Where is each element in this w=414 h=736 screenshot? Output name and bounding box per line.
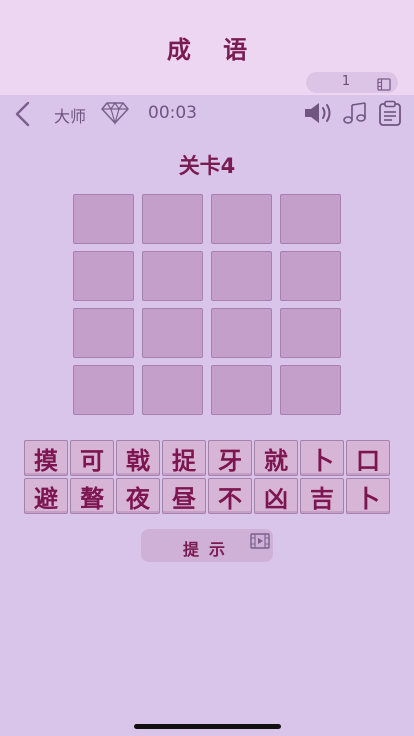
char-tile[interactable]: 吉 (300, 478, 344, 514)
music-button[interactable] (342, 101, 368, 129)
back-icon (15, 101, 30, 127)
app-title: 成 语 (166, 36, 260, 64)
char-tile[interactable]: 不 (208, 478, 252, 514)
answer-cell[interactable] (280, 308, 341, 358)
answer-cell[interactable] (280, 365, 341, 415)
hint-button[interactable]: 提示 (141, 529, 273, 562)
coin-count: 1 (341, 74, 351, 89)
answer-cell[interactable] (211, 194, 272, 244)
answer-cell[interactable] (142, 194, 203, 244)
character-tiles: 摸 可 戟 捉 牙 就 卜 口 避 聱 夜 昼 不 凶 吉 卜 (24, 440, 390, 514)
char-tile[interactable]: 可 (70, 440, 114, 476)
diamond-icon (100, 101, 130, 129)
answer-cell[interactable] (211, 308, 272, 358)
answer-cell[interactable] (73, 308, 134, 358)
timer: 00:03 (148, 103, 197, 123)
video-ticket-icon (377, 76, 391, 95)
char-tile[interactable]: 凶 (254, 478, 298, 514)
sound-icon (305, 103, 331, 123)
hint-label: 提示 (183, 540, 236, 559)
sound-button[interactable] (303, 101, 335, 129)
answer-cell[interactable] (280, 194, 341, 244)
answer-cell[interactable] (142, 308, 203, 358)
tasks-button[interactable] (377, 100, 403, 130)
level-title: 关卡4 (178, 154, 236, 178)
char-tile[interactable]: 卜 (300, 440, 344, 476)
difficulty-label: 大师 (54, 107, 87, 126)
music-icon (343, 102, 366, 124)
answer-grid (73, 194, 341, 415)
header-bar: 成 语 1 (0, 0, 414, 95)
char-tile[interactable]: 捉 (162, 440, 206, 476)
char-tile[interactable]: 昼 (162, 478, 206, 514)
char-tile[interactable]: 聱 (70, 478, 114, 514)
video-icon (250, 533, 270, 553)
char-tile[interactable]: 口 (346, 440, 390, 476)
answer-cell[interactable] (73, 251, 134, 301)
char-tile[interactable]: 牙 (208, 440, 252, 476)
answer-cell[interactable] (211, 251, 272, 301)
answer-cell[interactable] (73, 194, 134, 244)
char-tile[interactable]: 避 (24, 478, 68, 514)
answer-cell[interactable] (211, 365, 272, 415)
coin-counter[interactable]: 1 (306, 72, 398, 93)
char-tile[interactable]: 卜 (346, 478, 390, 514)
answer-cell[interactable] (73, 365, 134, 415)
clipboard-icon (379, 100, 401, 126)
back-button[interactable] (10, 100, 36, 128)
char-tile[interactable]: 就 (254, 440, 298, 476)
char-tile[interactable]: 戟 (116, 440, 160, 476)
char-tile[interactable]: 夜 (116, 478, 160, 514)
answer-cell[interactable] (280, 251, 341, 301)
home-indicator[interactable] (134, 724, 281, 729)
answer-cell[interactable] (142, 251, 203, 301)
char-tile[interactable]: 摸 (24, 440, 68, 476)
answer-cell[interactable] (142, 365, 203, 415)
